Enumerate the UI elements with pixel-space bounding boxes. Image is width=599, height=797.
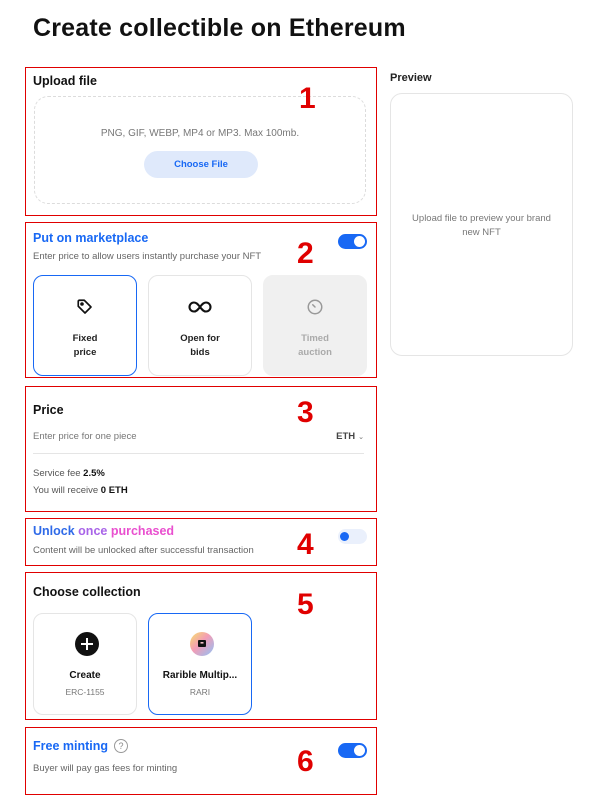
- collection-name: Rarible Multip...: [162, 670, 238, 681]
- unlock-title-part: once: [78, 524, 108, 538]
- rarible-logo-icon: [190, 632, 214, 656]
- annotation-number: 6: [297, 745, 314, 778]
- page-title: Create collectible on Ethereum: [33, 14, 406, 42]
- option-label: price: [73, 347, 97, 358]
- price-section: Price Enter price for one piece ETH ⌄ Ser…: [25, 386, 377, 512]
- divider: [33, 453, 364, 454]
- unlock-title: Unlock once purchased: [33, 524, 174, 538]
- annotation-number: 5: [297, 588, 314, 621]
- price-input[interactable]: Enter price for one piece: [33, 431, 137, 442]
- upload-section: Upload file PNG, GIF, WEBP, MP4 or MP3. …: [25, 67, 377, 216]
- price-title: Price: [33, 403, 64, 417]
- collection-symbol: RARI: [189, 687, 211, 697]
- unlock-section: Unlock once purchased Content will be un…: [25, 518, 377, 566]
- unlock-toggle[interactable]: [338, 529, 367, 544]
- preview-placeholder: Upload file to preview your brand new NF…: [412, 213, 551, 238]
- option-label: Fixed: [72, 333, 98, 344]
- unlock-title-part: Unlock: [33, 524, 75, 538]
- clock-icon: [264, 296, 366, 318]
- option-timed-auction: Timed auction: [263, 275, 367, 376]
- annotation-number: 3: [297, 396, 314, 429]
- chevron-down-icon: ⌄: [358, 434, 364, 441]
- option-label: Timed: [301, 333, 329, 344]
- receive-value: 0 ETH: [100, 485, 128, 496]
- collection-create[interactable]: Create ERC-1155: [33, 613, 137, 715]
- free-minting-label: Free minting: [33, 739, 109, 753]
- preview-title: Preview: [390, 72, 432, 84]
- collection-rarible[interactable]: Rarible Multip... RARI: [148, 613, 252, 715]
- service-fee: Service fee 2.5%: [33, 468, 105, 479]
- free-minting-section: Free minting? Buyer will pay gas fees fo…: [25, 727, 377, 795]
- preview-panel: Upload file to preview your brand new NF…: [390, 93, 573, 356]
- option-label: auction: [298, 347, 332, 358]
- receive-amount: You will receive 0 ETH: [33, 485, 128, 496]
- collection-standard: ERC-1155: [65, 687, 105, 697]
- fee-value: 2.5%: [83, 468, 105, 479]
- option-open-for-bids[interactable]: Open for bids: [148, 275, 252, 376]
- infinity-icon: [149, 296, 251, 318]
- annotation-number: 1: [299, 82, 316, 115]
- marketplace-section: Put on marketplace Enter price to allow …: [25, 222, 377, 378]
- marketplace-title: Put on marketplace: [33, 231, 149, 245]
- receive-label: You will receive: [33, 485, 99, 496]
- unlock-subtitle: Content will be unlocked after successfu…: [33, 545, 254, 556]
- marketplace-subtitle: Enter price to allow users instantly pur…: [33, 251, 262, 262]
- marketplace-toggle[interactable]: [338, 234, 367, 249]
- upload-hint: PNG, GIF, WEBP, MP4 or MP3. Max 100mb.: [100, 128, 300, 139]
- currency-value: ETH: [336, 431, 356, 442]
- option-label: bids: [190, 347, 210, 358]
- currency-select[interactable]: ETH ⌄: [336, 431, 364, 442]
- free-minting-subtitle: Buyer will pay gas fees for minting: [33, 763, 178, 774]
- tag-icon: [34, 296, 136, 318]
- plus-circle-icon: [75, 632, 99, 656]
- collection-name: Create: [69, 670, 101, 681]
- fee-label: Service fee: [33, 468, 81, 479]
- upload-dropzone[interactable]: PNG, GIF, WEBP, MP4 or MP3. Max 100mb. C…: [34, 96, 366, 204]
- help-icon[interactable]: ?: [114, 739, 129, 753]
- choose-file-button[interactable]: Choose File: [144, 151, 258, 178]
- unlock-title-part: purchased: [110, 524, 175, 538]
- upload-title: Upload file: [33, 74, 97, 88]
- collection-section: Choose collection Create ERC-1155 Raribl…: [25, 572, 377, 720]
- option-label: Open for: [180, 333, 220, 344]
- option-fixed-price[interactable]: Fixed price: [33, 275, 137, 376]
- annotation-number: 4: [297, 528, 314, 561]
- annotation-number: 2: [297, 237, 314, 270]
- free-minting-toggle[interactable]: [338, 743, 367, 758]
- collection-title: Choose collection: [33, 585, 141, 599]
- free-minting-title: Free minting?: [33, 739, 129, 753]
